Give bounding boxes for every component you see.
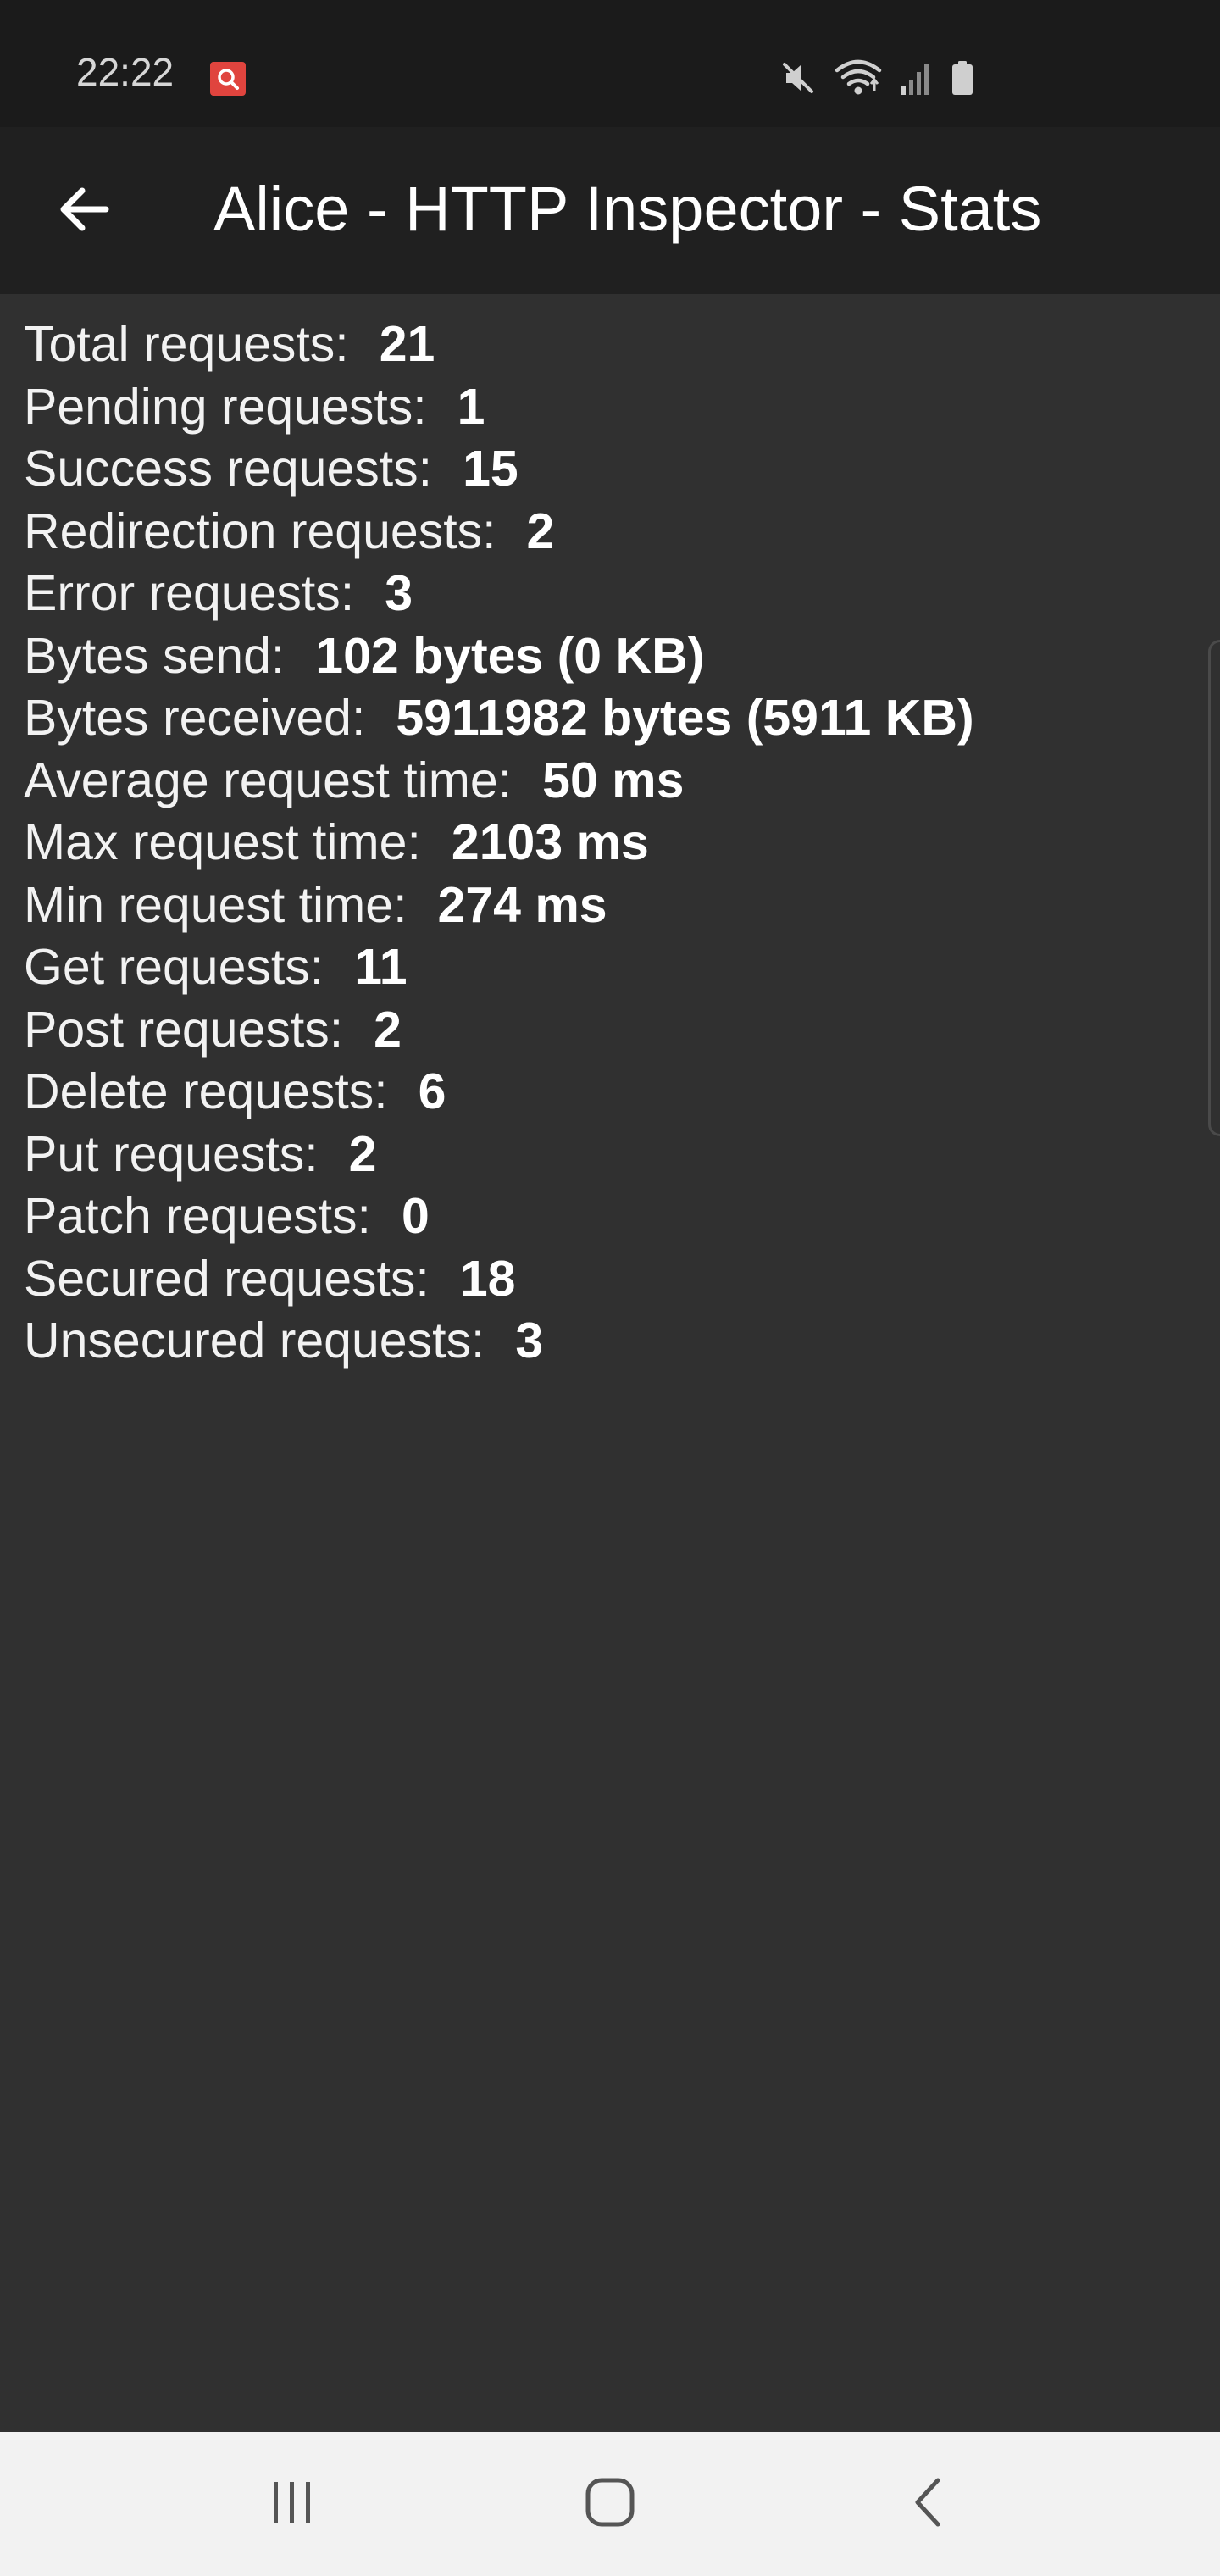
stat-label: Max request time: xyxy=(24,814,421,870)
stat-error-requests: Error requests: 3 xyxy=(24,563,1193,625)
stat-label: Put requests: xyxy=(24,1125,319,1182)
mute-icon xyxy=(779,59,817,97)
home-icon xyxy=(583,2475,637,2534)
stat-label: Post requests: xyxy=(24,1001,344,1058)
recent-apps-icon xyxy=(267,2479,318,2530)
stat-label: Secured requests: xyxy=(24,1250,430,1307)
stat-label: Pending requests: xyxy=(24,378,427,435)
app-bar: Alice - HTTP Inspector - Stats xyxy=(0,127,1220,294)
stat-delete-requests: Delete requests: 6 xyxy=(24,1061,1193,1124)
signal-icon xyxy=(900,59,934,97)
stat-unsecured-requests: Unsecured requests: 3 xyxy=(24,1310,1193,1373)
system-icons xyxy=(779,54,974,102)
status-time: 22:22 xyxy=(76,50,175,94)
stat-label: Get requests: xyxy=(24,939,324,995)
stat-value: 2 xyxy=(526,502,555,559)
stat-label: Average request time: xyxy=(24,752,513,808)
stat-label: Bytes received: xyxy=(24,690,366,746)
stat-value: 2 xyxy=(374,1001,402,1058)
stat-label: Redirection requests: xyxy=(24,502,496,559)
stat-value: 2 xyxy=(348,1125,377,1182)
stats-list: Total requests: 21 Pending requests: 1 Suc… xyxy=(24,314,1193,1373)
stat-value: 18 xyxy=(459,1250,516,1307)
stat-total-requests: Total requests: 21 xyxy=(24,314,1193,376)
stat-value: 3 xyxy=(385,565,413,621)
nav-back-button[interactable] xyxy=(826,2432,1029,2576)
stat-value: 102 bytes (0 KB) xyxy=(315,627,705,684)
stat-value: 0 xyxy=(401,1188,430,1244)
stat-value: 274 ms xyxy=(437,876,607,933)
stat-value: 5911982 bytes (5911 KB) xyxy=(396,690,974,746)
stat-bytes-send: Bytes send: 102 bytes (0 KB) xyxy=(24,625,1193,688)
stat-value: 11 xyxy=(354,939,408,995)
stat-max-request-time: Max request time: 2103 ms xyxy=(24,812,1193,874)
stat-label: Error requests: xyxy=(24,565,355,621)
wifi-icon xyxy=(834,58,883,97)
page-title: Alice - HTTP Inspector - Stats xyxy=(214,174,1042,244)
stat-label: Min request time: xyxy=(24,876,408,933)
home-button[interactable] xyxy=(508,2432,712,2576)
stat-value: 6 xyxy=(418,1063,446,1119)
stat-value: 1 xyxy=(457,378,485,435)
stat-secured-requests: Secured requests: 18 xyxy=(24,1248,1193,1311)
stat-redirection-requests: Redirection requests: 2 xyxy=(24,501,1193,564)
stat-bytes-received: Bytes received: 5911982 bytes (5911 KB) xyxy=(24,687,1193,750)
notification-app-icon xyxy=(210,62,246,96)
back-button[interactable] xyxy=(41,173,125,249)
stat-value: 15 xyxy=(463,441,518,497)
recent-apps-button[interactable] xyxy=(191,2432,394,2576)
scroll-indicator[interactable] xyxy=(1208,640,1220,1136)
stat-label: Success requests: xyxy=(24,441,433,497)
stat-success-requests: Success requests: 15 xyxy=(24,438,1193,501)
stat-pending-requests: Pending requests: 1 xyxy=(24,376,1193,439)
stat-min-request-time: Min request time: 274 ms xyxy=(24,874,1193,937)
stat-value: 3 xyxy=(515,1313,544,1368)
stat-label: Total requests: xyxy=(24,316,349,372)
stat-label: Delete requests: xyxy=(24,1063,388,1119)
stat-value: 2103 ms xyxy=(451,814,649,870)
stat-value: 21 xyxy=(379,316,435,372)
system-nav-bar xyxy=(0,2432,1220,2576)
stat-get-requests: Get requests: 11 xyxy=(24,936,1193,999)
stat-average-request-time: Average request time: 50 ms xyxy=(24,750,1193,813)
stat-put-requests: Put requests: 2 xyxy=(24,1124,1193,1186)
stat-value: 50 ms xyxy=(542,752,685,808)
stat-label: Patch requests: xyxy=(24,1188,371,1244)
stat-post-requests: Post requests: 2 xyxy=(24,999,1193,1062)
stat-label: Bytes send: xyxy=(24,627,286,684)
stat-patch-requests: Patch requests: 0 xyxy=(24,1185,1193,1248)
status-bar: 22:22 xyxy=(0,0,1220,127)
stat-label: Unsecured requests: xyxy=(24,1313,485,1368)
back-icon xyxy=(909,2477,946,2532)
battery-icon xyxy=(951,59,974,97)
arrow-left-icon xyxy=(57,186,109,236)
